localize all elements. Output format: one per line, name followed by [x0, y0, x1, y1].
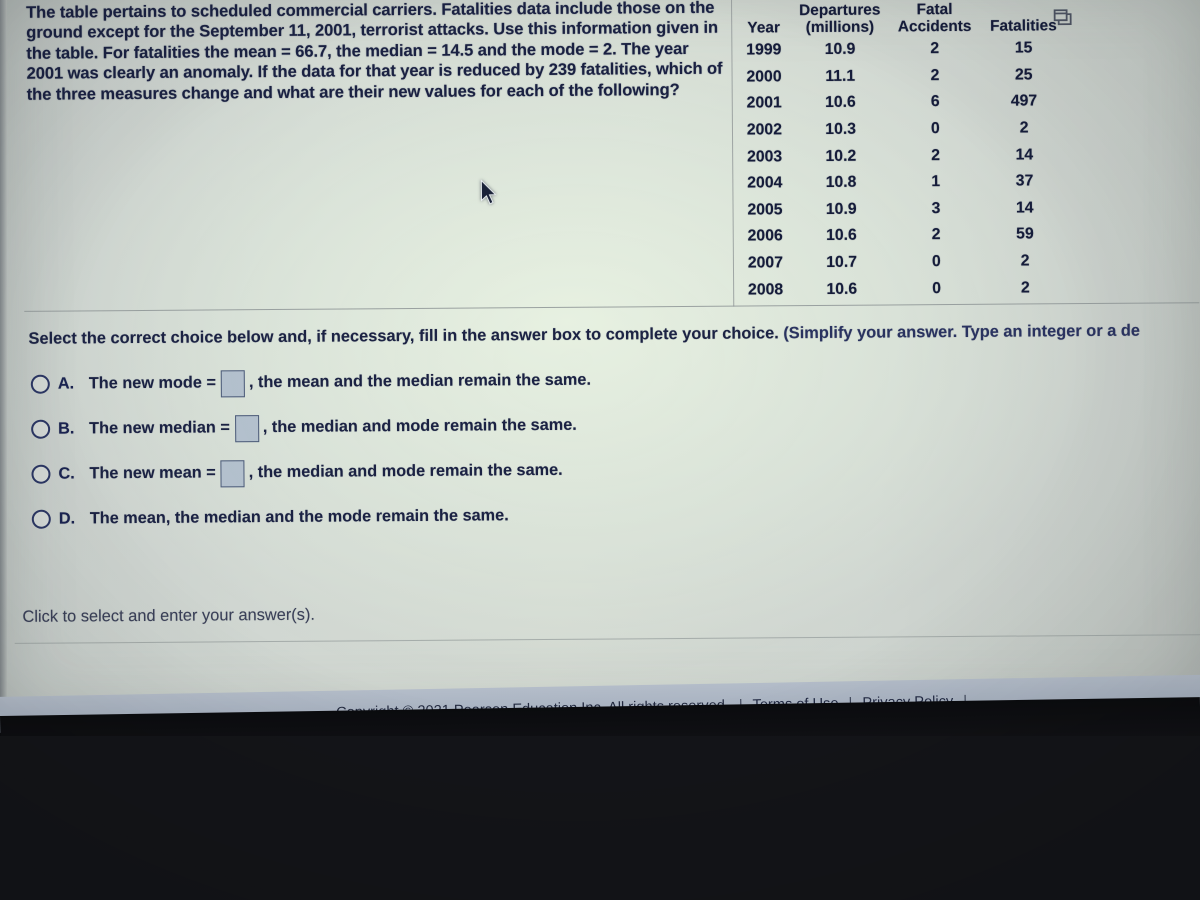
cell-departures: 11.1 — [825, 67, 856, 85]
desk-dark-area — [0, 736, 1200, 900]
cell-departures: 10.6 — [825, 94, 856, 112]
cell-accidents: 6 — [930, 93, 940, 111]
cell-accidents: 2 — [930, 40, 940, 58]
instruction-hint: Click to select and enter your answer(s)… — [22, 605, 316, 626]
table-row: 2005 10.9 3 14 — [737, 195, 1067, 224]
cell-fatalities: 37 — [1015, 172, 1034, 190]
cell-accidents: 2 — [931, 146, 941, 164]
choice-prompt: Select the correct choice below and, if … — [28, 321, 1200, 349]
cell-fatalities: 59 — [1016, 225, 1034, 244]
cell-year: 2006 — [747, 227, 783, 245]
vertical-divider — [730, 0, 735, 307]
cell-fatalities: 14 — [1015, 146, 1034, 164]
answer-choice-list: A. The new mode = , the mean and the media… — [30, 354, 1032, 541]
answer-input-box[interactable] — [234, 415, 259, 443]
data-table-panel: Year Departures (millions) Fatal Acciden… — [736, 0, 1068, 303]
cell-year: 2003 — [746, 147, 783, 166]
section-divider — [24, 302, 1200, 312]
left-bezel-edge — [0, 0, 7, 712]
cell-year: 2000 — [746, 68, 782, 86]
table-row: 2008 10.6 0 2 — [738, 275, 1068, 304]
choice-text-before: The mean, the median and the mode remain… — [89, 506, 509, 528]
choice-text: The mean, the median and the mode remain… — [90, 506, 509, 528]
cell-year: 2001 — [746, 94, 782, 113]
cell-accidents: 0 — [931, 253, 941, 271]
answer-choice-c[interactable]: C. The new mean = , the median and mode re… — [31, 444, 1031, 496]
cell-accidents: 2 — [931, 226, 941, 244]
table-row: 2004 10.8 1 37 — [737, 168, 1067, 197]
choice-text-before: The new mean = — [89, 463, 216, 483]
table-row: 2007 10.7 0 2 — [738, 248, 1068, 277]
cell-departures: 10.3 — [825, 120, 857, 139]
mouse-cursor-icon — [479, 179, 497, 207]
page-bottom-divider — [14, 634, 1200, 644]
answer-choice-a[interactable]: A. The new mode = , the mean and the media… — [30, 354, 1031, 406]
aviation-data-table: Year Departures (millions) Fatal Acciden… — [736, 0, 1068, 303]
table-row: 2003 10.2 2 14 — [737, 142, 1067, 171]
cell-accidents: 0 — [930, 120, 940, 138]
cell-departures: 10.8 — [825, 173, 857, 192]
cell-departures: 10.6 — [825, 227, 857, 245]
choice-text: The new mean = , the median and mode rema… — [89, 457, 563, 488]
table-row: 2002 10.3 0 2 — [737, 115, 1067, 144]
answer-input-box[interactable] — [220, 370, 246, 398]
cell-fatalities: 14 — [1015, 199, 1034, 217]
choice-letter: C. — [58, 464, 75, 483]
cell-accidents: 3 — [931, 199, 941, 218]
cell-departures: 10.7 — [826, 253, 858, 271]
choice-text-after: , the median and mode remain the same. — [248, 460, 563, 482]
cell-year: 2007 — [747, 254, 784, 272]
choice-text-after: , the median and mode remain the same. — [262, 415, 577, 437]
table-row: 2006 10.6 2 59 — [738, 221, 1068, 250]
answer-choice-d[interactable]: D. The mean, the median and the mode rema… — [31, 489, 1032, 541]
radio-button-a[interactable] — [30, 374, 50, 394]
cell-departures: 10.9 — [824, 41, 856, 59]
radio-button-b[interactable] — [31, 419, 51, 439]
table-header-row: Year Departures (millions) Fatal Acciden… — [736, 0, 1066, 37]
cell-year: 2008 — [747, 280, 784, 299]
copy-to-spreadsheet-icon[interactable] — [1053, 9, 1075, 27]
choice-text-before: The new mode = — [88, 373, 217, 393]
cell-fatalities: 497 — [1010, 92, 1038, 111]
answer-input-box[interactable] — [220, 460, 245, 488]
cell-year: 1999 — [746, 41, 782, 59]
column-header-accidents: Fatal Accidents — [897, 1, 972, 36]
choice-text: The new median = , the median and mode re… — [89, 412, 577, 443]
column-header-departures: Departures (millions) — [799, 1, 881, 37]
radio-button-d[interactable] — [31, 509, 51, 529]
choice-text: The new mode = , the mean and the median … — [89, 367, 591, 398]
cell-year: 2002 — [746, 121, 783, 139]
cell-fatalities: 25 — [1014, 66, 1033, 84]
cell-accidents: 1 — [931, 173, 941, 191]
monitor-photo: The table pertains to scheduled commerci… — [0, 0, 1200, 900]
cell-accidents: 2 — [930, 67, 940, 85]
cell-accidents: 0 — [932, 279, 942, 297]
prompt-main: Select the correct choice below and, if … — [28, 324, 779, 348]
cell-fatalities: 2 — [1020, 279, 1030, 297]
question-text: The table pertains to scheduled commerci… — [26, 0, 723, 104]
table-row: 2000 11.1 2 25 — [736, 62, 1066, 91]
cell-fatalities: 2 — [1019, 119, 1029, 137]
choice-text-before: The new median = — [89, 418, 230, 438]
cell-year: 2005 — [747, 201, 783, 219]
prompt-hint-parenthetical: (Simplify your answer. Type an integer o… — [783, 321, 1141, 343]
choice-letter: D. — [58, 509, 76, 528]
cell-departures: 10.6 — [826, 280, 858, 298]
radio-button-c[interactable] — [31, 464, 51, 484]
choice-letter: B. — [58, 419, 75, 438]
table-row: 1999 10.9 2 15 — [736, 35, 1066, 64]
cell-departures: 10.9 — [825, 200, 857, 218]
cell-fatalities: 2 — [1020, 252, 1030, 270]
cell-fatalities: 15 — [1014, 39, 1033, 57]
mylab-question-page: The table pertains to scheduled commerci… — [0, 0, 1200, 712]
answer-choice-b[interactable]: B. The new median = , the median and mode … — [31, 399, 1031, 451]
cell-departures: 10.2 — [825, 147, 857, 165]
choice-text-after: , the mean and the median remain the sam… — [248, 370, 592, 392]
cell-year: 2004 — [747, 174, 783, 192]
table-row: 2001 10.6 6 497 — [737, 88, 1067, 117]
choice-letter: A. — [57, 374, 75, 393]
column-header-year: Year — [747, 19, 780, 37]
